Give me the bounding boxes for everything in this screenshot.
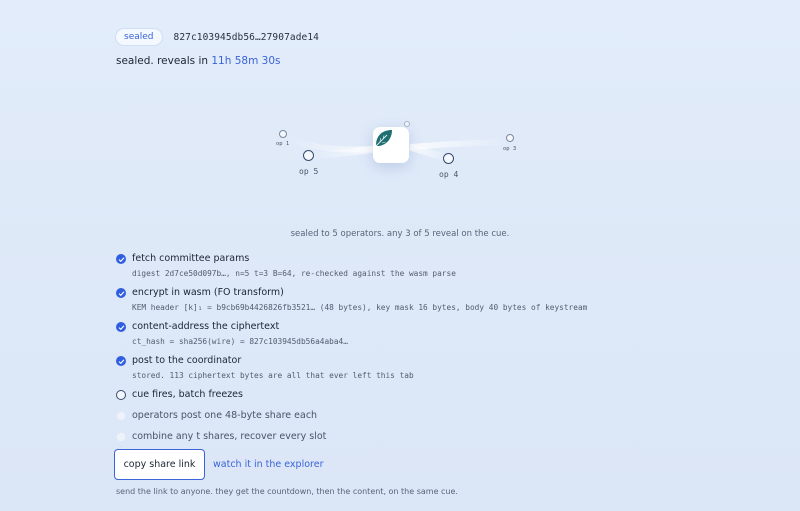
step-cue-fires: cue fires, batch freezes bbox=[116, 389, 716, 410]
ciphertext-hash: 827c103945db56…27907ade14 bbox=[173, 31, 319, 43]
status-badge: sealed bbox=[116, 29, 162, 45]
copy-share-link-button[interactable]: copy share link bbox=[114, 449, 205, 480]
operator-node-op4 bbox=[443, 153, 454, 164]
actions-row: copy share link watch it in the explorer bbox=[114, 449, 323, 480]
step-post-coordinator: post to the coordinator stored. 113 ciph… bbox=[116, 355, 716, 389]
operator-node-op5 bbox=[303, 150, 314, 161]
share-footnote: send the link to anyone. they get the co… bbox=[116, 487, 458, 496]
check-icon bbox=[116, 288, 126, 298]
step-label: combine any t shares, recover every slot bbox=[132, 431, 327, 442]
operator-label-op1: op 1 bbox=[276, 141, 290, 147]
explorer-link[interactable]: watch it in the explorer bbox=[213, 459, 323, 470]
step-detail: KEM header [k]₁ = b9cb69b4426826fb3521… … bbox=[132, 303, 588, 312]
future-dot-icon bbox=[116, 432, 126, 442]
operator-label-op5: op 5 bbox=[299, 167, 319, 176]
sealed-envelope bbox=[373, 127, 409, 163]
step-label: encrypt in wasm (FO transform) bbox=[132, 287, 284, 298]
operator-label-op3: op 3 bbox=[503, 146, 517, 152]
countdown-timer: 11h 58m 30s bbox=[211, 55, 281, 67]
step-fetch-params: fetch committee params digest 2d7ce50d09… bbox=[116, 253, 716, 287]
step-label: cue fires, batch freezes bbox=[132, 389, 243, 400]
operator-label-op4: op 4 bbox=[439, 170, 459, 179]
check-icon bbox=[116, 356, 126, 366]
step-detail: ct_hash = sha256(wire) = 827c103945db56a… bbox=[132, 337, 348, 346]
operator-node-op3 bbox=[506, 134, 514, 142]
operator-diagram: op 1 op 5 op 4 op 3 bbox=[240, 95, 560, 215]
step-encrypt: encrypt in wasm (FO transform) KEM heade… bbox=[116, 287, 716, 321]
reveal-status-prefix: sealed. reveals in bbox=[116, 55, 212, 67]
step-label: post to the coordinator bbox=[132, 355, 242, 366]
reveal-status: sealed. reveals in 11h 58m 30s bbox=[116, 55, 281, 67]
diagram-dot bbox=[404, 121, 410, 127]
progress-steps: fetch committee params digest 2d7ce50d09… bbox=[116, 253, 716, 452]
step-operators-post: operators post one 48-byte share each bbox=[116, 410, 716, 431]
operator-node-op1 bbox=[279, 130, 287, 138]
check-icon bbox=[116, 322, 126, 332]
future-dot-icon bbox=[116, 411, 126, 421]
check-icon bbox=[116, 254, 126, 264]
step-detail: digest 2d7ce50d097b…, n=5 t=3 B=64, re-c… bbox=[132, 269, 456, 278]
step-detail: stored. 113 ciphertext bytes are all tha… bbox=[132, 371, 414, 380]
pending-circle-icon bbox=[116, 390, 126, 400]
leaf-icon bbox=[375, 130, 392, 147]
header: sealed 827c103945db56…27907ade14 bbox=[116, 29, 319, 45]
step-label: operators post one 48-byte share each bbox=[132, 410, 318, 421]
link-op3 bbox=[409, 139, 511, 150]
step-content-address: content-address the ciphertext ct_hash =… bbox=[116, 321, 716, 355]
step-label: fetch committee params bbox=[132, 253, 250, 264]
diagram-caption: sealed to 5 operators. any 3 of 5 reveal… bbox=[290, 229, 510, 239]
step-label: content-address the ciphertext bbox=[132, 321, 280, 332]
